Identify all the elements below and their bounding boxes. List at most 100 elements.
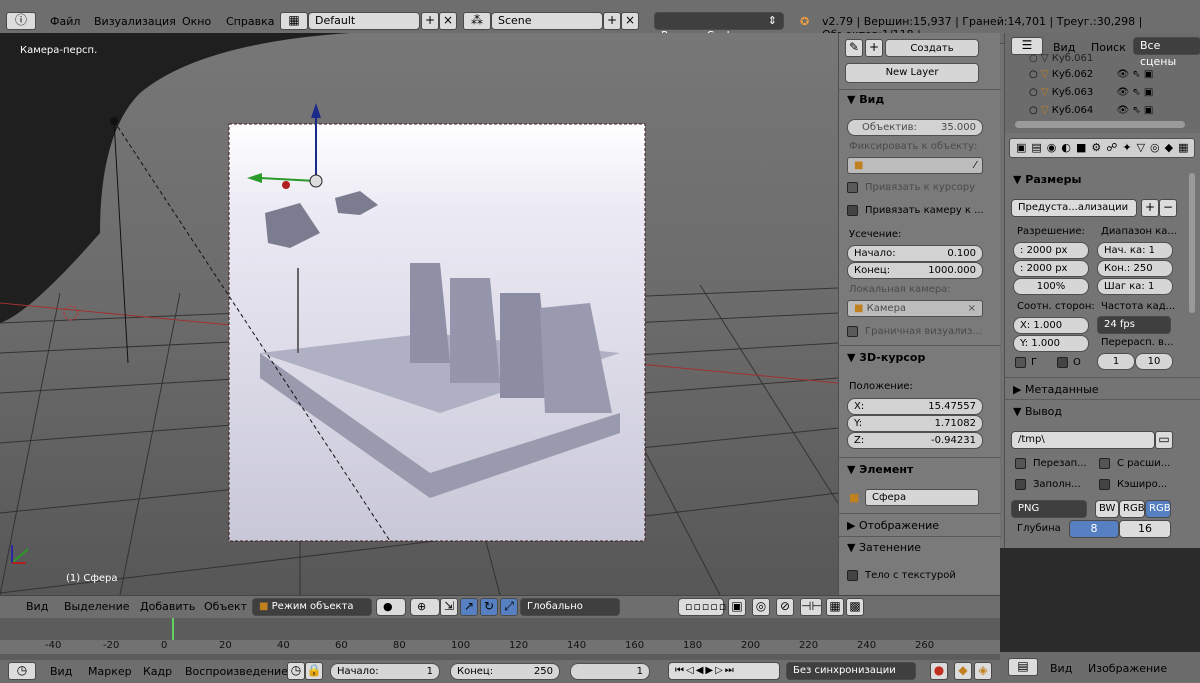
remove-preset-button[interactable]: − [1159, 199, 1177, 217]
lens-field[interactable]: Объектив: 35.000 [847, 119, 983, 136]
scene-field[interactable]: Scene [491, 12, 603, 30]
shading-select[interactable]: ● [376, 598, 406, 616]
render-border-checkbox[interactable] [847, 326, 858, 337]
view3d-select-menu[interactable]: Выделение [64, 600, 130, 613]
menu-help[interactable]: Справка [226, 15, 274, 28]
keying-set-icon[interactable]: ◆ [954, 662, 972, 680]
interaction-mode-select[interactable]: ■ Режим объекта [252, 598, 372, 616]
proportional-edit-icon[interactable]: ◎ [752, 598, 770, 616]
crop-checkbox[interactable] [1057, 357, 1068, 368]
object-name-field[interactable]: Сфера [865, 489, 979, 506]
aspect-x-field[interactable]: X: 1.000 [1013, 317, 1089, 334]
record-icon[interactable]: ● [930, 662, 948, 680]
textured-solid-checkbox[interactable] [847, 570, 858, 581]
lock-cursor-checkbox[interactable] [847, 182, 858, 193]
lock-range-icon[interactable]: 🔒 [305, 662, 323, 680]
menu-file[interactable]: Файл [50, 15, 80, 28]
pivot-select[interactable]: ⊕ [410, 598, 440, 616]
screen-layout-field[interactable]: Default [308, 12, 420, 30]
folder-icon[interactable]: ▭ [1155, 431, 1173, 449]
color-rgba-button[interactable]: RGB [1145, 500, 1171, 518]
screen-layout-icon[interactable]: ▦ [280, 12, 308, 30]
render-engine-select[interactable]: Рендер Cycles ⇕ [654, 12, 784, 42]
dimensions-panel-header[interactable]: ▼ Размеры [1013, 173, 1081, 186]
resolution-y-field[interactable]: : 2000 px [1013, 260, 1089, 277]
properties-scrollbar[interactable] [1189, 173, 1195, 313]
cursor-z-field[interactable]: Z: -0.94231 [847, 432, 983, 449]
add-layout-button[interactable]: + [421, 12, 439, 30]
snap-element-icon[interactable]: ⊣⊢ [800, 598, 822, 616]
playback-controls[interactable]: ⏮◁◀▶▷⏭ [668, 662, 780, 680]
orientation-select[interactable]: Глобально [520, 598, 620, 616]
image-menu[interactable]: Изображение [1088, 662, 1167, 675]
placeholders-checkbox[interactable] [1015, 479, 1026, 490]
3d-viewport[interactable]: Камера-персп. (1) Сфера [0, 33, 838, 595]
timeline-editor-icon[interactable]: ◷ [8, 662, 36, 680]
metadata-panel-header[interactable]: ▶ Метаданные [1013, 383, 1099, 396]
extensions-checkbox[interactable] [1099, 458, 1110, 469]
add-preset-button[interactable]: + [1141, 199, 1159, 217]
menu-render[interactable]: Визуализация [94, 15, 176, 28]
image-view-menu[interactable]: Вид [1050, 662, 1072, 675]
outliner-scrollbar[interactable] [1015, 121, 1185, 128]
remap-old-field[interactable]: 1 [1097, 353, 1135, 370]
translate-manipulator[interactable]: ↗ [460, 598, 478, 616]
timeline-marker-menu[interactable]: Маркер [88, 665, 132, 678]
frame-end-field[interactable]: Кон.: 250 [1097, 260, 1173, 277]
aspect-y-field[interactable]: Y: 1.000 [1013, 335, 1089, 352]
create-button[interactable]: Создать [885, 39, 979, 57]
current-frame-field[interactable]: 1 [570, 663, 650, 680]
menu-window[interactable]: Окно [182, 15, 211, 28]
layers-lock-icon[interactable]: ▣ [728, 598, 746, 616]
lock-camera-checkbox[interactable] [847, 205, 858, 216]
resolution-x-field[interactable]: : 2000 px [1013, 242, 1089, 259]
sync-mode-select[interactable]: Без синхронизации [786, 662, 916, 680]
overwrite-checkbox[interactable] [1015, 458, 1026, 469]
outliner-item[interactable]: ○ ▽ Куб.061 [1029, 53, 1093, 64]
add-icon[interactable]: + [865, 39, 883, 57]
timeline-view-menu[interactable]: Вид [50, 665, 72, 678]
outliner-search-menu[interactable]: Поиск [1091, 41, 1126, 54]
depth-16-button[interactable]: 16 [1119, 520, 1171, 538]
cursor-y-field[interactable]: Y: 1.71082 [847, 415, 983, 432]
render-anim-icon[interactable]: ▩ [846, 598, 864, 616]
clip-end-field[interactable]: Конец: 1000.000 [847, 262, 983, 279]
resolution-percent-field[interactable]: 100% [1013, 278, 1089, 295]
new-layer-button[interactable]: New Layer [845, 63, 979, 83]
fps-select[interactable]: 24 fps [1097, 316, 1171, 334]
shading-panel-header[interactable]: ▼ Затенение [847, 541, 921, 554]
timeline-playback-menu[interactable]: Воспроизведение [185, 665, 288, 678]
outliner-item[interactable]: ○ ▽ Куб.064 👁 ⇖ ▣ [1029, 105, 1153, 116]
scale-manipulator[interactable]: ⤢ [500, 598, 518, 616]
remove-scene-button[interactable]: × [621, 12, 639, 30]
output-panel-header[interactable]: ▼ Вывод [1013, 405, 1062, 418]
timeline-ruler[interactable] [0, 618, 1000, 640]
cursor-x-field[interactable]: X: 15.47557 [847, 398, 983, 415]
rotate-manipulator[interactable]: ↻ [480, 598, 498, 616]
remap-new-field[interactable]: 10 [1135, 353, 1173, 370]
scene-icon[interactable]: ⁂ [463, 12, 491, 30]
outliner-item[interactable]: ○ ▽ Куб.063 👁 ⇖ ▣ [1029, 87, 1153, 98]
depth-8-button[interactable]: 8 [1069, 520, 1119, 538]
view3d-object-menu[interactable]: Объект [204, 600, 247, 613]
cache-checkbox[interactable] [1099, 479, 1110, 490]
color-bw-button[interactable]: BW [1095, 500, 1119, 518]
cursor-panel-header[interactable]: ▼ 3D-курсор [847, 351, 925, 364]
snap-icon[interactable]: ⊘ [776, 598, 794, 616]
end-frame-field[interactable]: Конец: 250 [450, 663, 560, 680]
preview-range-icon[interactable]: ◷ [287, 662, 305, 680]
editor-type-icon[interactable]: ⓘ [6, 12, 36, 30]
image-editor-area[interactable]: ▤ Вид Изображение [1000, 548, 1200, 682]
remove-layout-button[interactable]: × [439, 12, 457, 30]
display-panel-header[interactable]: ▶ Отображение [847, 519, 939, 532]
start-frame-field[interactable]: Начало: 1 [330, 663, 440, 680]
item-panel-header[interactable]: ▼ Элемент [847, 463, 913, 476]
view-panel-header[interactable]: ▼ Вид [847, 93, 884, 106]
render-preset-select[interactable]: Предуста...ализации [1011, 199, 1137, 217]
outliner-filter-select[interactable]: Все сцены [1133, 37, 1200, 68]
output-path-field[interactable]: /tmp\ [1011, 431, 1155, 449]
properties-tabs[interactable]: ▣▤◉◐■⚙☍✦▽◎◆▦ [1009, 138, 1195, 158]
frame-step-field[interactable]: Шаг ка: 1 [1097, 278, 1173, 295]
layers-grid[interactable]: ▫▫▫▫▫ [678, 598, 726, 616]
file-format-select[interactable]: PNG [1011, 500, 1087, 518]
